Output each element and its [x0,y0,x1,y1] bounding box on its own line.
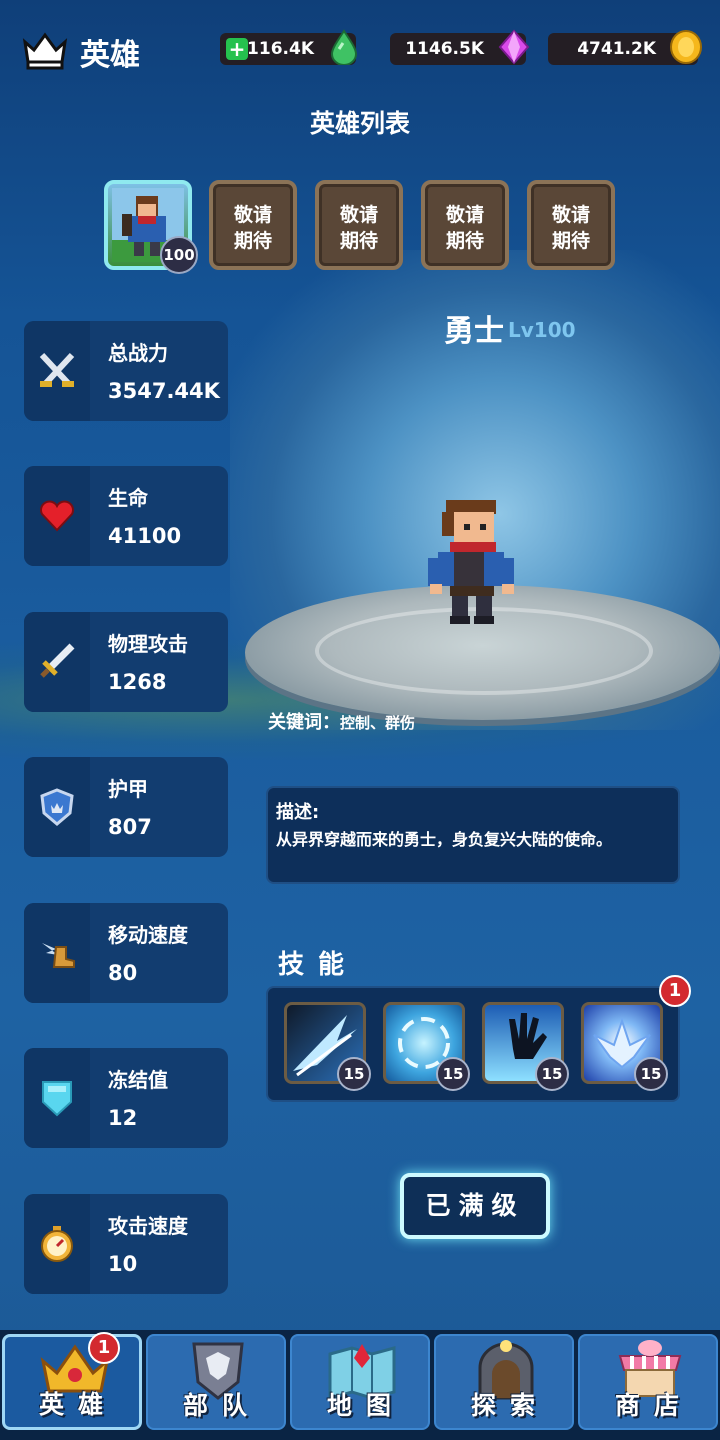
top-bar: 英雄 + 1116.4K 1146.5K 4741.2K [0,0,720,100]
locked-label: 敬请 [233,204,272,226]
stat-label: 冻结值 [108,1068,168,1092]
stat-attack-speed: 攻击速度 10 [24,1194,228,1294]
nav-label: 探索 [470,1391,549,1420]
nav-label: 商店 [614,1391,693,1420]
stat-value: 10 [108,1252,138,1276]
hero-slot-locked-3[interactable]: 敬请 期待 [421,180,509,270]
locked-label: 期待 [233,230,272,252]
skills-notification-badge: 1 [659,975,691,1007]
crossed-swords-icon [39,352,75,387]
resource-purple-gem[interactable]: 1146.5K [390,29,530,65]
locked-label: 敬请 [339,204,378,226]
skills-title: 技能 [278,950,359,980]
skill-slot-1[interactable]: 15 [284,1002,371,1091]
description-label: 描述: [276,802,320,823]
resource-green-gem[interactable]: + 1116.4K [220,29,358,65]
add-icon[interactable]: + [226,38,248,60]
skill-level-badge: 15 [436,1057,470,1091]
locked-label: 期待 [551,230,590,252]
stat-physical-attack: 物理攻击 1268 [24,612,228,712]
stat-label: 物理攻击 [108,632,188,656]
description-text: 从异界穿越而来的勇士，身负复兴大陆的使命。 [276,830,613,849]
stat-hp: 生命 41100 [24,466,228,566]
winged-boot-icon [42,943,75,968]
stopwatch-icon [41,1226,73,1262]
stat-move-speed: 移动速度 80 [24,903,228,1003]
max-level-button[interactable]: 已满级 [400,1173,550,1239]
skill-slot-2[interactable]: 15 [383,1002,470,1091]
nav-hero[interactable]: 英雄 [2,1334,142,1430]
sword-icon [40,643,75,678]
locked-label: 敬请 [551,204,590,226]
page-title: 英雄 [80,38,140,73]
skills-panel: 15 15 15 15 [266,986,680,1102]
green-gem-icon [330,29,358,65]
resource-gold-coin[interactable]: 4741.2K [548,30,702,65]
nav-map[interactable]: 地图 [290,1334,430,1430]
stat-label: 生命 [108,486,148,510]
skill-level-badge: 15 [634,1057,668,1091]
purple-gem-icon [498,29,530,65]
stat-label: 护甲 [108,777,148,801]
locked-label: 敬请 [445,204,484,226]
hero-slot-locked-4[interactable]: 敬请 期待 [527,180,615,270]
description-panel: 描述: 从异界穿越而来的勇士，身负复兴大陆的使命。 [266,786,680,884]
stat-armor: 护甲 807 [24,757,228,857]
stat-value: 80 [108,961,138,985]
nav-label: 地图 [326,1391,405,1420]
ice-shield-icon [42,1081,72,1117]
gold-coin-icon [670,30,702,64]
stat-label: 攻击速度 [108,1214,188,1238]
stat-label: 移动速度 [108,923,188,947]
skill-level-badge: 15 [337,1057,371,1091]
skill-slot-4[interactable]: 15 [581,1002,668,1091]
stat-freeze: 冻结值 12 [24,1048,228,1148]
keywords-value: 控制、群伤 [340,714,416,732]
hero-slot-locked-1[interactable]: 敬请 期待 [209,180,297,270]
hero-list-title: 英雄列表 [309,109,410,138]
nav-explore[interactable]: 探索 [434,1334,574,1430]
locked-label: 期待 [445,230,484,252]
heart-icon [40,500,74,532]
warrior-sprite [428,500,514,624]
crown-icon [22,32,68,70]
keywords-label: 关键词： [268,712,340,733]
stat-value: 1268 [108,670,167,694]
stat-value: 3547.44K [108,379,220,403]
hero-slot-locked-2[interactable]: 敬请 期待 [315,180,403,270]
shield-icon [40,788,74,826]
nav-label: 英雄 [38,1390,117,1419]
stat-value: 12 [108,1106,138,1130]
nav-army[interactable]: 部队 [146,1334,286,1430]
nav-hero-notification-badge: 1 [88,1332,120,1364]
skill-slot-3[interactable]: 15 [482,1002,569,1091]
hero-slot-warrior[interactable]: 100 [104,180,198,274]
hero-level: Lv100 [508,318,576,342]
stat-label: 总战力 [108,341,168,365]
skill-level-badge: 15 [535,1057,569,1091]
nav-label: 部队 [182,1391,261,1420]
stat-total-power: 总战力 3547.44K [24,321,228,421]
stat-value: 41100 [108,524,182,548]
hero-level-badge: 100 [160,236,198,274]
locked-label: 期待 [339,230,378,252]
hero-name: 勇士 [444,314,504,349]
nav-shop[interactable]: 商店 [578,1334,718,1430]
stat-value: 807 [108,815,152,839]
keywords: 关键词：控制、群伤 [268,708,415,734]
